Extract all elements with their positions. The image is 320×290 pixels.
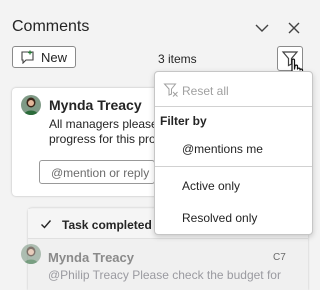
avatar	[21, 95, 41, 115]
reply-input[interactable]: @mention or reply	[39, 160, 155, 184]
menu-divider	[155, 106, 312, 107]
items-count: 3 items	[158, 52, 197, 66]
comment-author: Mynda Treacy	[48, 250, 134, 265]
reset-all-menu-item[interactable]: Reset all	[182, 84, 229, 98]
clear-filter-icon	[163, 83, 178, 97]
comment-text: All managers please progress for this pr…	[49, 117, 158, 146]
pane-title: Comments	[12, 18, 90, 35]
new-comment-button[interactable]: New	[12, 46, 76, 68]
menu-item-resolved-only[interactable]: Resolved only	[182, 211, 257, 225]
menu-divider	[155, 166, 312, 167]
task-status-label: Task completed	[62, 218, 152, 232]
cell-reference: C7	[273, 252, 286, 263]
menu-item-active-only[interactable]: Active only	[182, 179, 240, 193]
new-comment-icon	[21, 50, 34, 64]
comment-text: @Philip Treacy Please check the budget f…	[48, 268, 281, 282]
new-button-label: New	[41, 49, 68, 65]
comment-author: Mynda Treacy	[49, 97, 142, 113]
menu-item-mentions-me[interactable]: @mentions me	[182, 142, 263, 156]
checkmark-icon	[41, 220, 52, 229]
chevron-down-icon[interactable]	[252, 18, 272, 38]
close-icon[interactable]	[284, 18, 304, 38]
avatar	[21, 244, 41, 264]
filter-by-heading: Filter by	[160, 114, 207, 128]
